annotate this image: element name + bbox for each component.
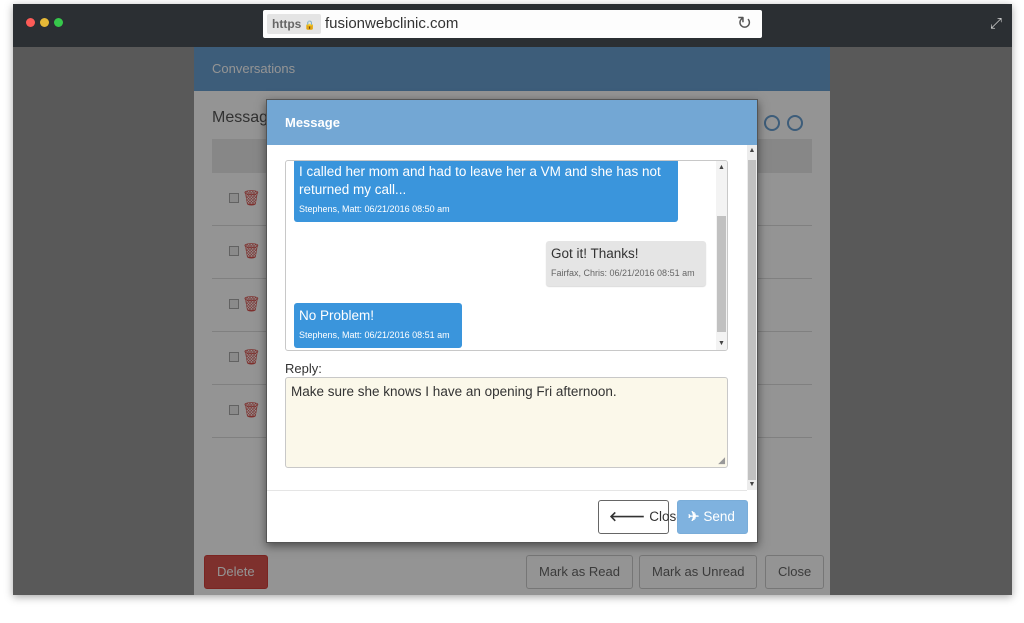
paper-plane-icon: ✈	[688, 509, 700, 524]
scroll-up-arrow-icon[interactable]: ▲	[716, 164, 727, 171]
message-text: I called her mom and had to leave her a …	[299, 164, 661, 197]
message-bubble: I called her mom and had to leave her a …	[294, 161, 678, 222]
message-meta: Stephens, Matt: 06/21/2016 08:51 am	[299, 330, 450, 340]
modal-scrollbar[interactable]: ▲ ▼	[747, 145, 757, 490]
thread-scrollbar[interactable]: ▲ ▼	[716, 161, 727, 350]
lock-icon: 🔒	[304, 20, 316, 30]
scrollbar-thumb[interactable]	[748, 160, 756, 480]
send-button-label: Send	[703, 509, 735, 524]
browser-titlebar: https 🔒 fusionwebclinic.com ↻ ⤢	[13, 4, 1012, 47]
address-bar[interactable]: https 🔒 fusionwebclinic.com ↻	[263, 10, 762, 38]
message-bubble: No Problem! Stephens, Matt: 06/21/2016 0…	[294, 303, 462, 348]
window-maximize-dot[interactable]	[54, 18, 63, 27]
reply-label: Reply:	[285, 361, 322, 376]
message-bubble: Got it! Thanks! Fairfax, Chris: 06/21/20…	[546, 241, 706, 286]
window-minimize-dot[interactable]	[40, 18, 49, 27]
scrollbar-thumb[interactable]	[717, 216, 726, 332]
reply-text: Make sure she knows I have an opening Fr…	[291, 384, 617, 399]
send-button[interactable]: ✈ Send	[677, 500, 748, 534]
https-label: https	[272, 17, 302, 31]
url-text[interactable]: fusionwebclinic.com	[325, 15, 458, 32]
scroll-down-arrow-icon[interactable]: ▼	[716, 340, 727, 347]
message-text: Got it! Thanks!	[551, 246, 639, 261]
arrow-left-icon: 🡐	[609, 509, 646, 524]
https-badge: https 🔒	[267, 14, 321, 34]
message-modal: Message I called her mom and had to leav…	[266, 99, 758, 543]
window-close-dot[interactable]	[26, 18, 35, 27]
scroll-up-arrow-icon[interactable]: ▲	[747, 147, 757, 154]
conversation-thread[interactable]: I called her mom and had to leave her a …	[285, 160, 728, 351]
close-button[interactable]: 🡐 Close	[598, 500, 684, 534]
scroll-down-arrow-icon[interactable]: ▼	[747, 481, 757, 488]
resize-grip-icon[interactable]: ◢	[718, 455, 725, 466]
reply-textarea[interactable]: Make sure she knows I have an opening Fr…	[285, 377, 728, 468]
modal-title: Message	[267, 100, 757, 145]
message-meta: Stephens, Matt: 06/21/2016 08:50 am	[299, 204, 450, 214]
fullscreen-icon[interactable]: ⤢	[990, 15, 1002, 32]
message-text: No Problem!	[299, 308, 375, 323]
browser-window: https 🔒 fusionwebclinic.com ↻ ⤢ Conversat…	[13, 4, 1012, 595]
message-meta: Fairfax, Chris: 06/21/2016 08:51 am	[551, 268, 695, 278]
modal-footer: 🡐 Close ✈ Send	[267, 490, 748, 542]
reload-icon[interactable]: ↻	[737, 13, 752, 34]
